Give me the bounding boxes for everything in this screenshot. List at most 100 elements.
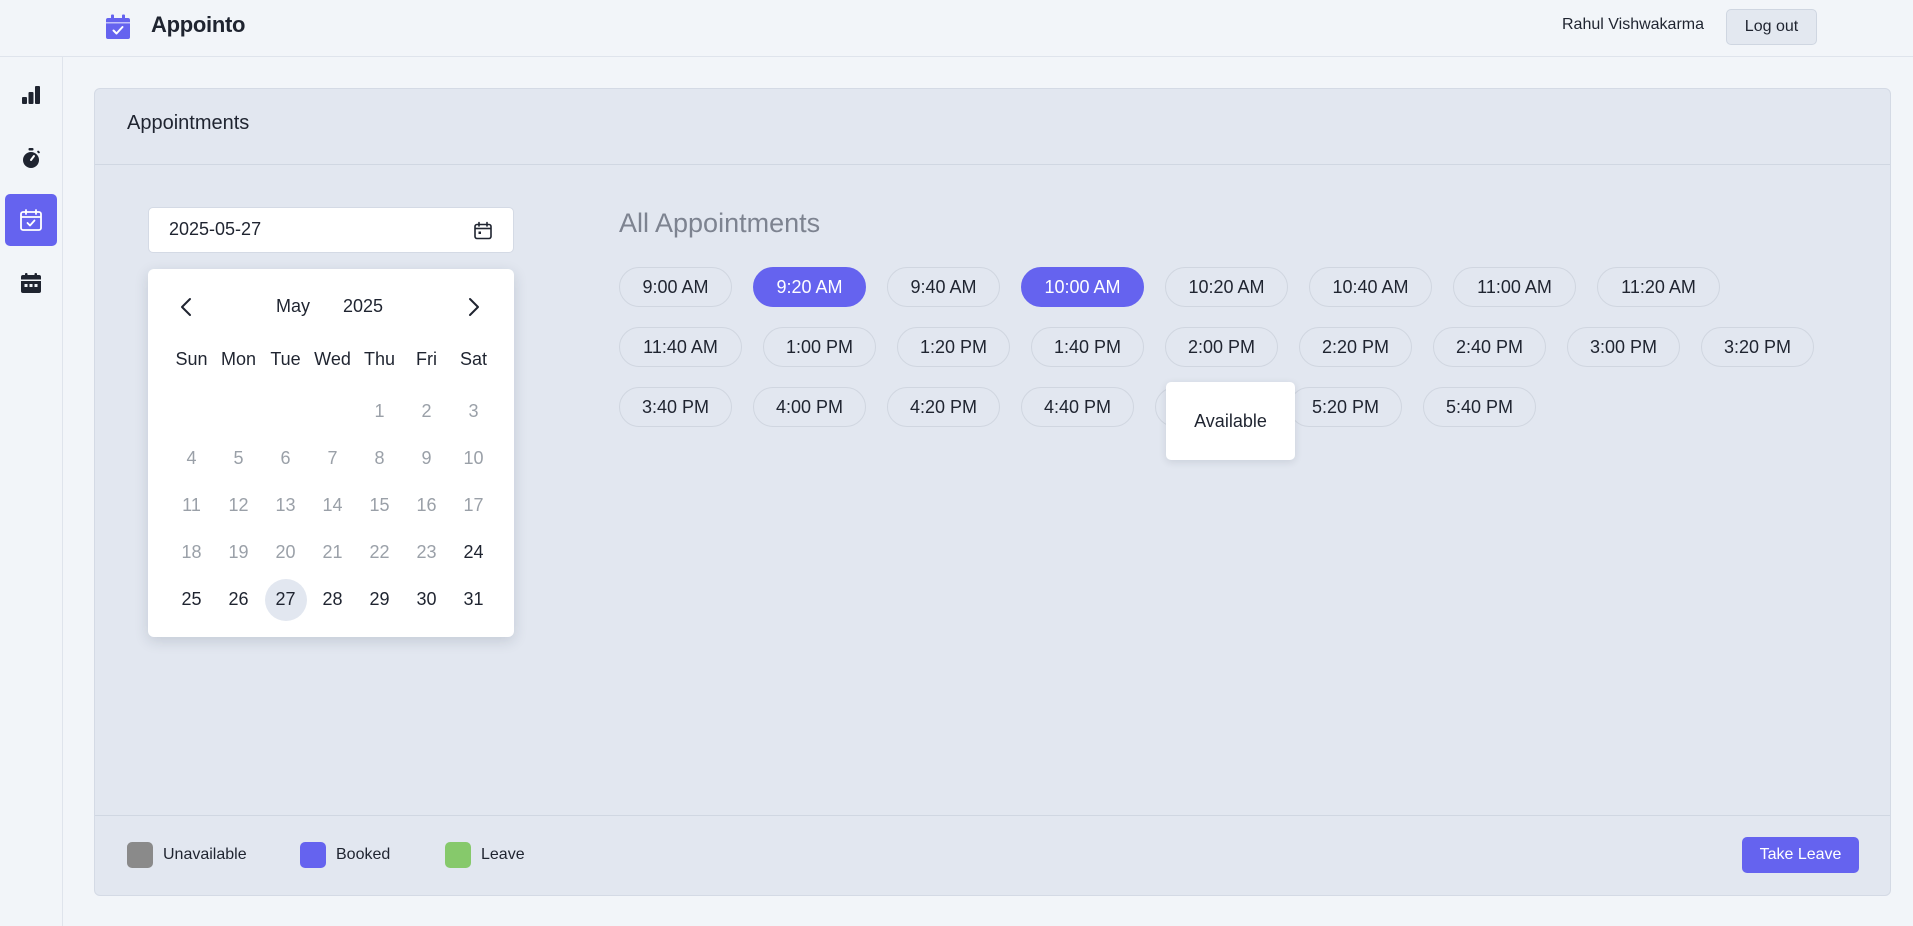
time-slot-unavailable[interactable]: 11:00 AM bbox=[1453, 267, 1576, 307]
time-slot-unavailable[interactable]: 5:20 PM bbox=[1289, 387, 1402, 427]
calendar-day-number: 7 bbox=[327, 448, 338, 468]
time-slot-unavailable[interactable]: 11:20 AM bbox=[1597, 267, 1720, 307]
time-slot-booked[interactable]: 9:20 AM bbox=[753, 267, 866, 307]
calendar-day-number: 9 bbox=[421, 448, 432, 468]
legend-swatch bbox=[445, 842, 471, 868]
time-slot-unavailable[interactable]: 10:40 AM bbox=[1309, 267, 1432, 307]
calendar-day-number: 23 bbox=[416, 542, 437, 562]
calendar-day-number: 20 bbox=[275, 542, 296, 562]
time-slot-booked[interactable]: 10:00 AM bbox=[1021, 267, 1144, 307]
time-slot-unavailable[interactable]: 1:00 PM bbox=[763, 327, 876, 367]
calendar-day: 22 bbox=[356, 529, 403, 576]
calendar-day-number: 26 bbox=[228, 589, 249, 609]
calendar-day: 10 bbox=[450, 435, 497, 482]
calendar-day[interactable]: 28 bbox=[309, 576, 356, 623]
calendar-empty-cell bbox=[309, 388, 356, 435]
calendar-day: 13 bbox=[262, 482, 309, 529]
calendar-empty-cell bbox=[215, 388, 262, 435]
calendar-day: 4 bbox=[168, 435, 215, 482]
weekday-label: Wed bbox=[314, 349, 351, 369]
time-slot-unavailable[interactable]: 4:00 PM bbox=[753, 387, 866, 427]
date-input-value: 2025-05-27 bbox=[169, 219, 262, 239]
legend-swatch bbox=[127, 842, 153, 868]
slot-row: 9:00 AM 9:20 AM 9:40 AM 10:00 AM 10:20 AM 10:… bbox=[619, 267, 1859, 307]
calendar-day: 19 bbox=[215, 529, 262, 576]
calendar-day-number: 25 bbox=[181, 589, 202, 609]
calendar-day-selected[interactable]: 27 bbox=[262, 576, 309, 623]
calendar-day-number: 11 bbox=[182, 495, 201, 515]
calendar-check-icon bbox=[106, 14, 130, 39]
sidebar-item-schedule[interactable] bbox=[5, 257, 57, 309]
calendar-day: 23 bbox=[403, 529, 450, 576]
time-slot-unavailable[interactable]: 4:40 PM bbox=[1021, 387, 1134, 427]
date-input[interactable]: 2025-05-27 bbox=[148, 207, 514, 253]
weekday-label: Tue bbox=[270, 349, 301, 369]
time-slot-unavailable[interactable]: 9:40 AM bbox=[887, 267, 1000, 307]
calendar-day: 9 bbox=[403, 435, 450, 482]
calendar-day-number: 17 bbox=[463, 495, 484, 515]
time-slot-unavailable[interactable]: 3:20 PM bbox=[1701, 327, 1814, 367]
calendar-day-number: 18 bbox=[181, 542, 202, 562]
calendar-icon[interactable] bbox=[473, 221, 493, 241]
take-leave-button[interactable]: Take Leave bbox=[1742, 837, 1859, 873]
time-slot-unavailable[interactable]: 9:00 AM bbox=[619, 267, 732, 307]
calendar-day[interactable]: 29 bbox=[356, 576, 403, 623]
time-slot-unavailable[interactable]: 1:20 PM bbox=[897, 327, 1010, 367]
time-slot-unavailable[interactable]: 3:00 PM bbox=[1567, 327, 1680, 367]
calendar-day[interactable]: 24 bbox=[450, 529, 497, 576]
calendar-day-number: 19 bbox=[228, 542, 249, 562]
time-slot-unavailable[interactable]: 2:00 PM bbox=[1165, 327, 1278, 367]
calendar-day-number: 21 bbox=[322, 542, 343, 562]
stopwatch-icon bbox=[23, 148, 40, 168]
date-picker-calendar: May 2025 Sun Mon Tue Wed Thu Fri Sat 123456789… bbox=[148, 269, 514, 637]
time-slot-unavailable[interactable]: 2:40 PM bbox=[1433, 327, 1546, 367]
calendar-day-number: 4 bbox=[186, 448, 197, 468]
legend-label: Leave bbox=[481, 846, 525, 863]
calendar-day: 16 bbox=[403, 482, 450, 529]
calendar-days: 1 2 3 4 5 6 7 8 9 10 11 12 13 14 15 16 17 18 19 20 21 22 23 24 2… bbox=[168, 388, 497, 623]
calendar-day[interactable]: 30 bbox=[403, 576, 450, 623]
calendar-day[interactable]: 31 bbox=[450, 576, 497, 623]
sidebar-item-timer[interactable] bbox=[5, 132, 57, 184]
chevron-left-icon bbox=[181, 298, 191, 316]
calendar-empty-cell bbox=[262, 388, 309, 435]
time-slot-unavailable[interactable]: 11:40 AM bbox=[619, 327, 742, 367]
next-month-button[interactable] bbox=[460, 293, 488, 321]
legend-unavailable: Unavailable bbox=[127, 842, 247, 868]
calendar-day-number: 15 bbox=[369, 495, 390, 515]
calendar-month[interactable]: May bbox=[276, 296, 310, 317]
calendar-day: 6 bbox=[262, 435, 309, 482]
time-slot-unavailable[interactable]: 3:40 PM bbox=[619, 387, 732, 427]
calendar-year[interactable]: 2025 bbox=[343, 296, 383, 317]
slot-row: 11:40 AM 1:00 PM 1:20 PM 1:40 PM 2:00 PM 2:20… bbox=[619, 327, 1859, 367]
calendar-day-number: 2 bbox=[421, 401, 432, 421]
calendar-day: 15 bbox=[356, 482, 403, 529]
calendar-day: 7 bbox=[309, 435, 356, 482]
panel-footer: Unavailable Booked Leave Take Leave bbox=[95, 815, 1890, 895]
calendar-day-number: 3 bbox=[468, 401, 479, 421]
sidebar-item-appointments[interactable] bbox=[5, 194, 57, 246]
previous-month-button[interactable] bbox=[172, 293, 200, 321]
time-slot-unavailable[interactable]: 5:40 PM bbox=[1423, 387, 1536, 427]
calendar-day: 12 bbox=[215, 482, 262, 529]
sidebar-item-analytics[interactable] bbox=[5, 69, 57, 121]
calendar-day-number: 31 bbox=[463, 589, 484, 609]
calendar-day-number: 27 bbox=[264, 578, 307, 621]
calendar-day: 17 bbox=[450, 482, 497, 529]
calendar-empty-cell bbox=[168, 388, 215, 435]
calendar-day-number: 16 bbox=[416, 495, 437, 515]
time-slot-unavailable[interactable]: 4:20 PM bbox=[887, 387, 1000, 427]
time-slot-unavailable[interactable]: 1:40 PM bbox=[1031, 327, 1144, 367]
calendar-weekdays: Sun Mon Tue Wed Thu Fri Sat bbox=[168, 349, 497, 370]
calendar-day[interactable]: 25 bbox=[168, 576, 215, 623]
calendar-day: 3 bbox=[450, 388, 497, 435]
top-bar: Appointo Rahul Vishwakarma Log out bbox=[0, 0, 1913, 57]
logout-button[interactable]: Log out bbox=[1726, 9, 1817, 45]
bar-chart-icon bbox=[22, 86, 40, 104]
time-slot-unavailable[interactable]: 2:20 PM bbox=[1299, 327, 1412, 367]
calendar-day-number: 29 bbox=[369, 589, 390, 609]
weekday-label: Sat bbox=[459, 349, 488, 369]
calendar-day: 1 bbox=[356, 388, 403, 435]
time-slot-unavailable[interactable]: 10:20 AM bbox=[1165, 267, 1288, 307]
calendar-day[interactable]: 26 bbox=[215, 576, 262, 623]
